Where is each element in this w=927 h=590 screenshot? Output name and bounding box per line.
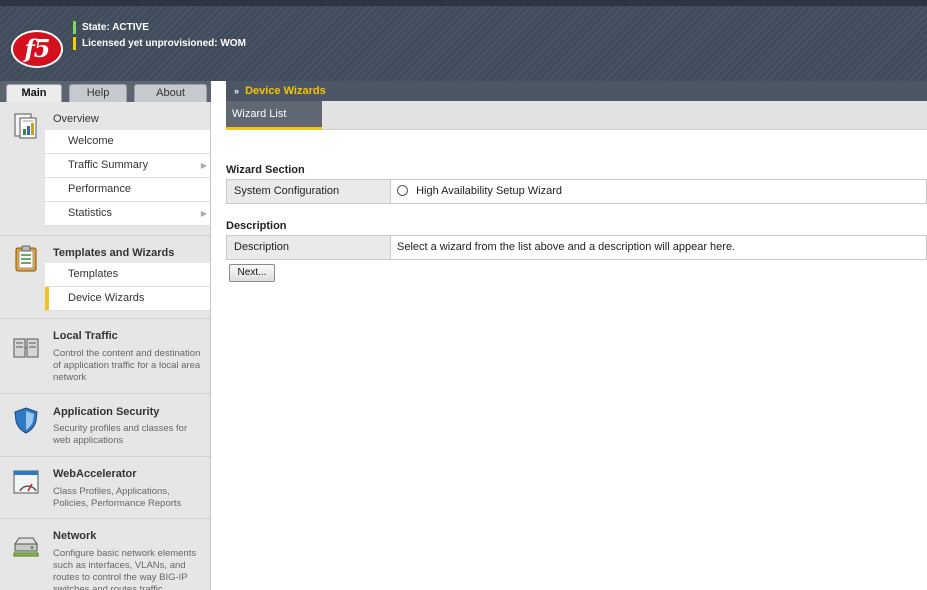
network-device-icon bbox=[13, 537, 39, 557]
sidebar-item-label: Device Wizards bbox=[68, 292, 145, 304]
breadcrumb: » Device Wizards bbox=[226, 81, 927, 101]
sidebar-divider bbox=[0, 393, 210, 394]
servers-icon bbox=[13, 338, 39, 358]
overview-icon bbox=[14, 113, 37, 139]
page-title: Device Wizards bbox=[245, 85, 326, 97]
f5-logo[interactable]: f5 bbox=[11, 30, 63, 68]
speedometer-icon bbox=[13, 470, 39, 494]
sidebar-item-statistics[interactable]: Statistics ▶ bbox=[45, 202, 210, 226]
tab-main[interactable]: Main bbox=[6, 84, 62, 102]
state-text: State: ACTIVE bbox=[82, 21, 149, 33]
sidebar-item-label: Templates bbox=[68, 268, 119, 280]
sidebar-divider bbox=[0, 318, 210, 319]
sidebar-divider bbox=[0, 456, 210, 457]
sidebar-divider bbox=[0, 518, 210, 519]
description-section-title: Description bbox=[226, 220, 287, 232]
sidebar-item-label: Welcome bbox=[68, 135, 114, 147]
description-label: Description bbox=[227, 236, 391, 259]
sidebar-section-overview[interactable]: Overview bbox=[53, 113, 99, 125]
state-status-line: State: ACTIVE bbox=[73, 19, 246, 35]
sidebar-section-application-security[interactable]: Application Security bbox=[53, 406, 159, 418]
wizard-section-title: Wizard Section bbox=[226, 164, 305, 176]
sidebar-item-performance[interactable]: Performance bbox=[45, 178, 210, 202]
tab-help[interactable]: Help bbox=[69, 84, 127, 102]
network-description: Configure basic network elements such as… bbox=[53, 548, 197, 590]
sidebar-item-label: Statistics bbox=[68, 207, 113, 219]
sidebar-divider bbox=[0, 235, 210, 236]
system-status: State: ACTIVE Licensed yet unprovisioned… bbox=[73, 19, 246, 51]
sidebar-section-network[interactable]: Network bbox=[53, 530, 96, 542]
tab-wizard-list[interactable]: Wizard List bbox=[226, 101, 322, 130]
license-indicator-bar bbox=[73, 36, 76, 50]
sidebar-item-traffic-summary[interactable]: Traffic Summary ▶ bbox=[45, 154, 210, 178]
application-security-description: Security profiles and classes for web ap… bbox=[53, 423, 188, 446]
state-indicator-bar bbox=[73, 20, 76, 34]
next-button[interactable]: Next... bbox=[229, 264, 275, 282]
sidebar-section-templates[interactable]: Templates and Wizards bbox=[53, 247, 174, 259]
system-configuration-label: System Configuration bbox=[227, 180, 391, 203]
tab-about[interactable]: About bbox=[134, 84, 207, 102]
radio-button[interactable] bbox=[397, 185, 408, 196]
license-text: Licensed yet unprovisioned: WOM bbox=[82, 37, 246, 49]
local-traffic-description: Control the content and destination of a… bbox=[53, 348, 201, 383]
license-status-line: Licensed yet unprovisioned: WOM bbox=[73, 35, 246, 51]
clipboard-icon bbox=[15, 245, 37, 272]
sidebar-item-label: Performance bbox=[68, 183, 131, 195]
page-subtabs: Wizard List bbox=[226, 101, 927, 130]
description-text: Select a wizard from the list above and … bbox=[397, 241, 736, 253]
description-row: Description Select a wizard from the lis… bbox=[226, 235, 927, 260]
chevron-right-icon: ▶ bbox=[200, 161, 207, 170]
sidebar: Overview Welcome Traffic Summary ▶ Perfo… bbox=[0, 102, 211, 590]
top-banner: f5 State: ACTIVE Licensed yet unprovisio… bbox=[0, 0, 927, 81]
ha-setup-wizard-option[interactable]: High Availability Setup Wizard bbox=[397, 180, 562, 203]
ha-setup-wizard-label: High Availability Setup Wizard bbox=[416, 185, 562, 197]
shield-icon bbox=[14, 407, 38, 434]
double-chevron-right-icon: » bbox=[234, 86, 240, 96]
sidebar-section-webaccelerator[interactable]: WebAccelerator bbox=[53, 468, 137, 480]
webaccelerator-description: Class Profiles, Applications, Policies, … bbox=[53, 486, 182, 509]
chevron-right-icon: ▶ bbox=[200, 209, 207, 218]
sidebar-item-welcome[interactable]: Welcome bbox=[45, 130, 210, 154]
sidebar-section-local-traffic[interactable]: Local Traffic bbox=[53, 330, 118, 342]
sidebar-tabs: Main Help About bbox=[0, 81, 211, 102]
sidebar-item-templates[interactable]: Templates bbox=[45, 263, 210, 287]
sidebar-item-label: Traffic Summary bbox=[68, 159, 149, 171]
wizard-section-row: System Configuration High Availability S… bbox=[226, 179, 927, 204]
sidebar-item-device-wizards[interactable]: Device Wizards bbox=[45, 287, 210, 311]
